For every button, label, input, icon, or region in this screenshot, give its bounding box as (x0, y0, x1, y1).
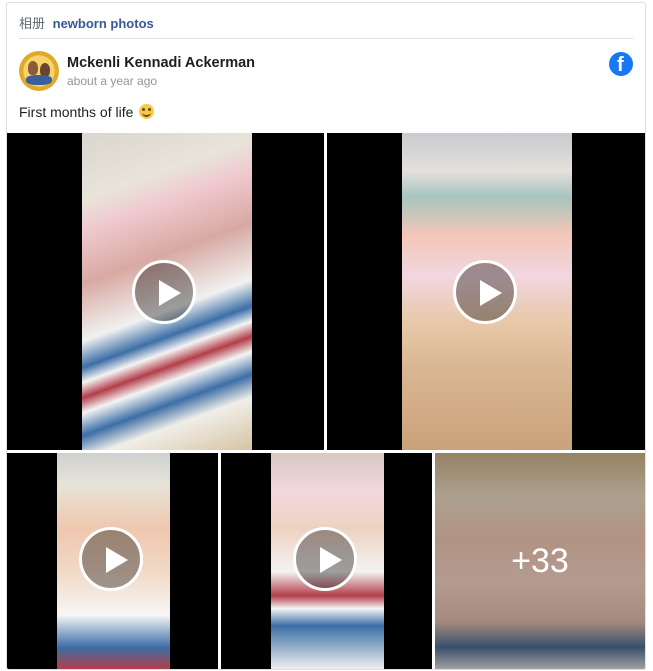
author-avatar[interactable] (19, 51, 59, 91)
album-prefix: 相册 (19, 16, 46, 31)
play-icon[interactable] (453, 260, 517, 324)
author-name[interactable]: Mckenli Kennadi Ackerman (67, 55, 255, 71)
smiling-face-emoji-icon (139, 104, 155, 119)
play-icon[interactable] (132, 260, 196, 324)
media-tile-video-4[interactable] (221, 453, 432, 669)
post-timestamp[interactable]: about a year ago (67, 74, 157, 88)
play-icon[interactable] (79, 527, 143, 591)
more-photos-count[interactable]: +33 (435, 453, 645, 669)
media-tile-video-3[interactable] (7, 453, 218, 669)
album-breadcrumb: 相册 newborn photos (19, 13, 154, 32)
play-icon[interactable] (293, 527, 357, 591)
album-link[interactable]: newborn photos (53, 16, 154, 31)
divider (19, 38, 633, 39)
facebook-logo-icon[interactable]: f (609, 52, 633, 76)
post-card: 相册 newborn photos Mckenli Kennadi Ackerm… (6, 2, 646, 670)
post-caption: First months of life (19, 104, 155, 120)
media-tile-video-2[interactable] (327, 133, 645, 450)
media-tile-photo-more[interactable]: +33 (435, 453, 645, 669)
media-tile-video-1[interactable] (7, 133, 324, 450)
caption-text: First months of life (19, 104, 134, 120)
